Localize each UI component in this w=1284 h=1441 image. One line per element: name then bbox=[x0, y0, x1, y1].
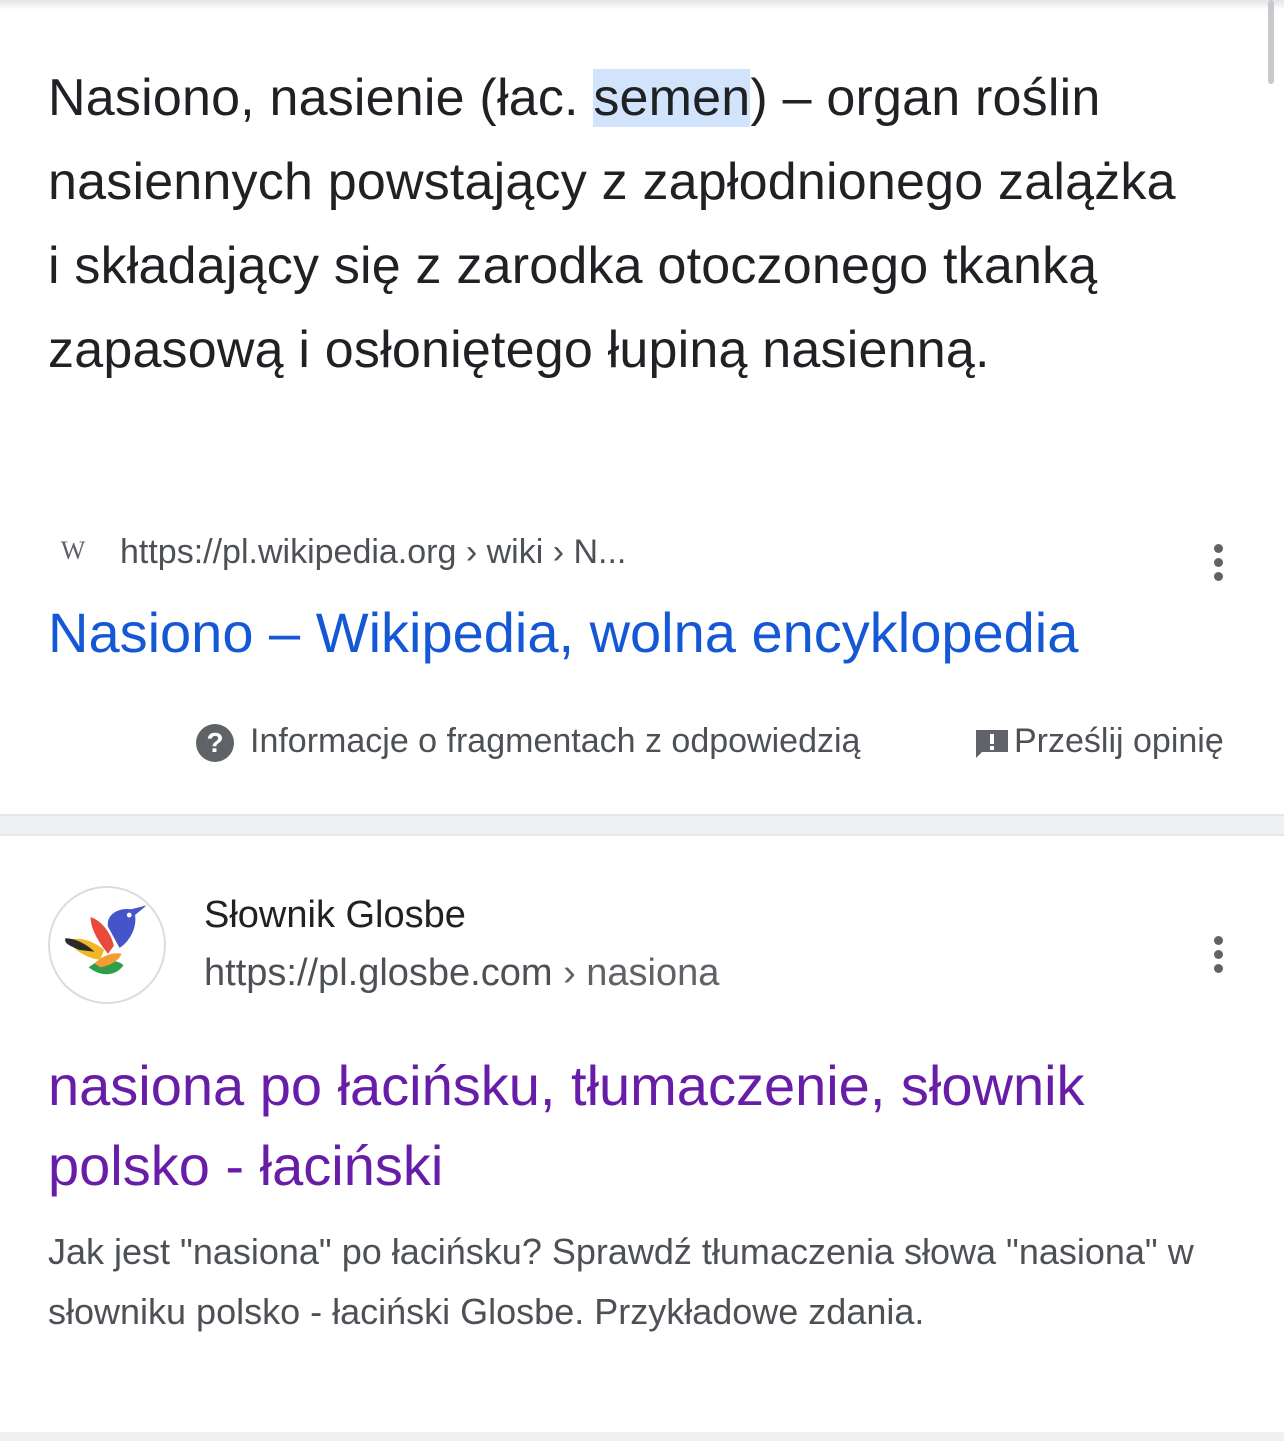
scrollbar[interactable] bbox=[1268, 0, 1274, 84]
snippet-text-before: Nasiono, nasienie (łac. bbox=[48, 69, 594, 127]
wiki-source-row[interactable]: W https://pl.wikipedia.org › wiki › N... bbox=[48, 528, 1228, 576]
glosbe-logo-icon bbox=[48, 886, 166, 1004]
result-url-domain: https://pl.glosbe.com bbox=[204, 952, 553, 994]
about-snippets-link[interactable]: ? Informacje o fragmentach z odpowiedzią bbox=[196, 718, 860, 768]
bottom-divider bbox=[0, 1432, 1284, 1441]
more-options-icon[interactable] bbox=[1212, 544, 1224, 592]
help-icon: ? bbox=[196, 724, 234, 763]
result-title-link[interactable]: nasiona po łacińsku, tłumaczenie, słowni… bbox=[48, 1046, 1228, 1206]
wiki-source-url[interactable]: https://pl.wikipedia.org › wiki › N... bbox=[120, 530, 626, 574]
feedback-icon bbox=[976, 730, 1008, 759]
wikipedia-favicon-icon: W bbox=[60, 536, 86, 565]
feedback-label: Prześlij opinię bbox=[1014, 722, 1224, 760]
snippet-highlight: semen bbox=[593, 69, 751, 127]
result-site-url[interactable]: https://pl.glosbe.com › nasiona bbox=[204, 950, 719, 996]
result-description: Jak jest "nasiona" po łacińsku? Sprawdź … bbox=[48, 1231, 1194, 1332]
result-site-name: Słownik Glosbe bbox=[204, 894, 466, 936]
section-divider bbox=[0, 814, 1284, 836]
top-edge-shadow bbox=[0, 0, 1284, 10]
feedback-button[interactable]: Prześlij opinię bbox=[974, 718, 1224, 768]
about-snippets-label: Informacje o fragmentach z odpowiedzią bbox=[250, 722, 861, 760]
wiki-result-title-link[interactable]: Nasiono – Wikipedia, wolna encyklopedia bbox=[48, 598, 1078, 668]
result-url-path: › nasiona bbox=[552, 952, 720, 994]
result-more-options-icon[interactable] bbox=[1212, 936, 1224, 984]
featured-snippet-text: Nasiono, nasienie (łac. semen) – organ r… bbox=[48, 56, 1178, 392]
